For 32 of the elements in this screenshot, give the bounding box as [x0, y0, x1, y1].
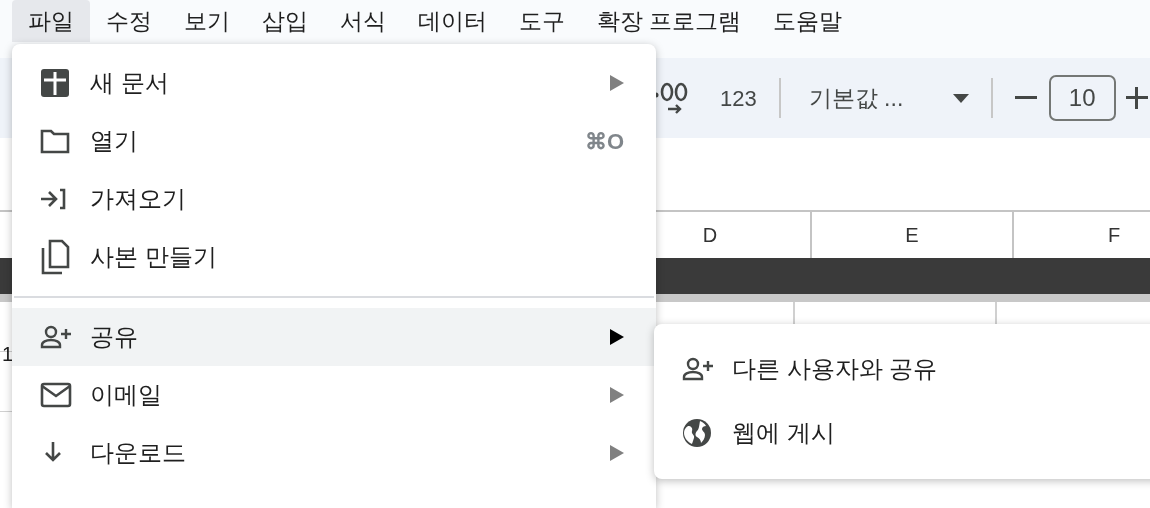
person-plus-icon [40, 325, 74, 349]
copy-icon [40, 239, 70, 275]
menu-bar-item[interactable]: 도구 [503, 0, 581, 42]
menu-item[interactable]: 다른 사용자와 공유 [654, 337, 1150, 401]
mail-icon [40, 382, 72, 408]
menu-bar-item[interactable]: 확장 프로그램 [581, 0, 758, 42]
caret-icon [952, 93, 969, 103]
menu-bar-item[interactable]: 파일 [12, 0, 90, 42]
grid-plus-icon [40, 68, 70, 98]
row-number: 1 [2, 342, 14, 366]
menu-bar-item[interactable]: 서식 [324, 0, 402, 42]
plus-icon[interactable] [1125, 87, 1148, 109]
menu-item[interactable]: 열기 ⌘O [12, 112, 656, 170]
shortcut-text: ⌘O [584, 127, 624, 156]
person-plus-icon [682, 357, 716, 381]
arrow-into-bracket-icon [40, 188, 66, 210]
menu-item[interactable]: 웹에 게시 [654, 401, 1150, 465]
globe-icon [682, 418, 712, 448]
minus-icon[interactable] [1014, 96, 1037, 100]
font-size-field[interactable]: 10 [1048, 75, 1116, 121]
menu-item[interactable]: 이메일 [12, 366, 656, 424]
menu-bar-item[interactable]: 삽입 [246, 0, 324, 42]
font-dropdown[interactable]: 기본값 ... [808, 80, 969, 116]
folder-icon [40, 128, 70, 154]
menu-bar-item[interactable]: 도움말 [757, 0, 859, 42]
menu-bar-item[interactable]: 데이터 [402, 0, 503, 42]
menu-bar-item[interactable]: 보기 [168, 0, 246, 42]
number-format-button[interactable]: 123 [720, 81, 757, 115]
menu-item[interactable]: 공유 [12, 308, 656, 366]
menu-bar-item[interactable]: 수정 [90, 0, 168, 42]
menu-item[interactable]: 다운로드 [12, 424, 656, 482]
menu-item[interactable]: 새 문서 [12, 54, 656, 112]
